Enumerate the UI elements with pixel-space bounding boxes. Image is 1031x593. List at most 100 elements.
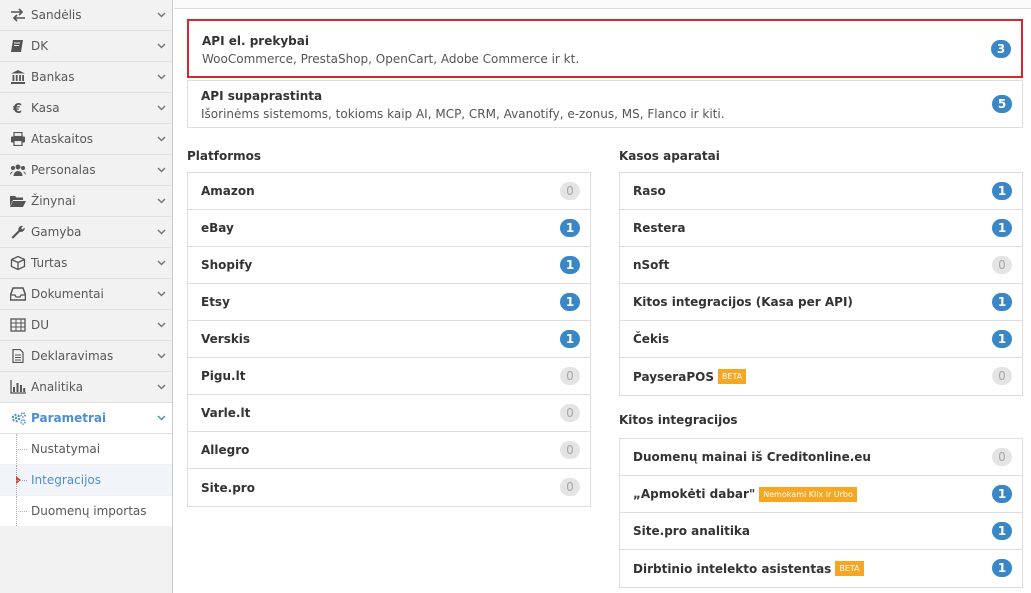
- integration-row-pigu-lt[interactable]: Pigu.lt 0: [188, 358, 590, 395]
- integration-row-allegro[interactable]: Allegro 0: [188, 432, 590, 469]
- kasos-aparatai-list: Raso 1 Restera 1 nSoft 0 Kitos integracijos (K…: [619, 172, 1023, 396]
- sidebar-item-ataskaitos[interactable]: Ataskaitos: [0, 124, 172, 155]
- sidebar-item-zinynai[interactable]: Žinynai: [0, 186, 172, 217]
- sidebar-item-du[interactable]: DU: [0, 310, 172, 341]
- sidebar-item-label: Ataskaitos: [31, 132, 94, 146]
- table-icon: [9, 318, 27, 332]
- integration-row-shopify[interactable]: Shopify 1: [188, 247, 590, 284]
- chevron-down-icon: [156, 351, 166, 361]
- count-badge: 1: [992, 330, 1012, 348]
- integration-row-restera[interactable]: Restera 1: [620, 210, 1022, 247]
- integration-name: Duomenų mainai iš Creditonline.eu: [633, 450, 871, 464]
- submenu-item-label: Duomenų importas: [31, 504, 147, 518]
- platformos-list: Amazon 0 eBay 1 Shopify 1 Etsy 1 Verskis 1 Pigu.lt…: [187, 172, 591, 507]
- integration-name: Etsy: [201, 295, 230, 309]
- sidebar-item-gamyba[interactable]: Gamyba: [0, 217, 172, 248]
- integration-name: „Apmokėti dabar": [633, 487, 756, 501]
- parametrai-submenu: Nustatymai Integracijos Duomenų importas: [0, 434, 172, 527]
- integration-row-etsy[interactable]: Etsy 1: [188, 284, 590, 321]
- integration-row-dirbtinio-intelekto-asistentas[interactable]: Dirbtinio intelekto asistentas BETA 1: [620, 550, 1022, 587]
- submenu-item-label: Integracijos: [31, 473, 101, 487]
- count-badge: 0: [992, 448, 1012, 466]
- integration-name: Shopify: [201, 258, 253, 272]
- sidebar-item-label: Kasa: [31, 101, 60, 115]
- submenu-item-label: Nustatymai: [31, 442, 101, 456]
- integration-row-varle-lt[interactable]: Varle.lt 0: [188, 395, 590, 432]
- integration-name: Dirbtinio intelekto asistentas: [633, 561, 832, 576]
- sidebar-item-analitika[interactable]: Analitika: [0, 372, 172, 403]
- kasos-aparatai-heading: Kasos aparatai: [619, 149, 720, 163]
- chevron-down-icon: [156, 320, 166, 330]
- integration-row-cekis[interactable]: Čekis 1: [620, 321, 1022, 358]
- cube-icon: [9, 256, 27, 270]
- sidebar-item-dk[interactable]: DK: [0, 31, 172, 62]
- integration-row-amazon[interactable]: Amazon 0: [188, 173, 590, 210]
- integration-name: Site.pro: [201, 480, 255, 495]
- chevron-down-icon: [156, 258, 166, 268]
- euro-icon: €: [9, 101, 27, 115]
- sidebar-item-label: Gamyba: [31, 225, 82, 239]
- count-badge: 1: [992, 522, 1012, 540]
- count-badge: 1: [992, 485, 1012, 503]
- submenu-item-nustatymai[interactable]: Nustatymai: [0, 434, 172, 465]
- sidebar-item-kasa[interactable]: € Kasa: [0, 93, 172, 124]
- api-el-prekybai-card[interactable]: API el. prekybai WooCommerce, PrestaShop…: [187, 19, 1023, 78]
- sidebar-item-label: Parametrai: [31, 411, 107, 425]
- count-badge: 0: [560, 182, 580, 200]
- integration-row-site-pro-analitika[interactable]: Site.pro analitika 1: [620, 513, 1022, 550]
- sidebar-item-bankas[interactable]: Bankas: [0, 62, 172, 93]
- sidebar-item-dokumentai[interactable]: Dokumentai: [0, 279, 172, 310]
- wrench-icon: [9, 225, 27, 239]
- count-badge: 0: [560, 478, 580, 496]
- integration-name: Čekis: [633, 332, 670, 346]
- transfer-arrows-icon: [9, 8, 27, 22]
- sidebar-item-personalas[interactable]: Personalas: [0, 155, 172, 186]
- integration-row-kitos-integracijos-kasa-per-api[interactable]: Kitos integracijos (Kasa per API) 1: [620, 284, 1022, 321]
- sidebar-item-turtas[interactable]: Turtas: [0, 248, 172, 279]
- submenu-item-duomenu-importas[interactable]: Duomenų importas: [0, 496, 172, 527]
- chevron-down-icon: [156, 103, 166, 113]
- svg-text:€: €: [12, 102, 22, 115]
- sidebar-item-sandelis[interactable]: Sandėlis: [0, 0, 172, 31]
- api-supaprastinta-card[interactable]: API supaprastinta Išorinėms sistemoms, t…: [187, 80, 1023, 128]
- count-badge: 1: [992, 219, 1012, 237]
- integration-row-raso[interactable]: Raso 1: [620, 173, 1022, 210]
- folder-open-icon: [9, 194, 27, 208]
- sidebar-item-label: Personalas: [31, 163, 96, 177]
- integration-row-verskis[interactable]: Verskis 1: [188, 321, 590, 358]
- integration-row-site-pro[interactable]: Site.pro 0: [188, 469, 590, 506]
- chevron-down-icon: [156, 413, 166, 423]
- bank-icon: [9, 70, 27, 84]
- bar-chart-icon: [9, 380, 27, 394]
- integration-name: nSoft: [633, 258, 670, 272]
- api-card-description: Išorinėms sistemoms, tokioms kaip AI, MC…: [201, 107, 725, 121]
- count-badge: 3: [991, 39, 1011, 58]
- sidebar-item-label: Sandėlis: [31, 8, 82, 22]
- sidebar-item-label: Dokumentai: [31, 287, 104, 301]
- count-badge: 1: [560, 219, 580, 237]
- integration-row-ebay[interactable]: eBay 1: [188, 210, 590, 247]
- integration-row-payserapos[interactable]: PayseraPOS BETA 0: [620, 358, 1022, 395]
- chevron-down-icon: [156, 382, 166, 392]
- integration-name: eBay: [201, 221, 234, 235]
- kitos-integracijos-list: Duomenų mainai iš Creditonline.eu 0 „Apmok…: [619, 438, 1023, 588]
- sidebar-item-label: Bankas: [31, 70, 75, 84]
- count-badge: 1: [560, 330, 580, 348]
- submenu-item-integracijos[interactable]: Integracijos: [0, 465, 172, 496]
- book-icon: [9, 39, 27, 53]
- integration-name: Kitos integracijos (Kasa per API): [633, 295, 853, 309]
- sidebar-item-label: Žinynai: [31, 194, 76, 208]
- count-badge: 0: [992, 256, 1012, 274]
- chevron-down-icon: [156, 196, 166, 206]
- sidebar-item-deklaravimas[interactable]: Deklaravimas: [0, 341, 172, 372]
- sidebar-item-parametrai[interactable]: Parametrai: [0, 403, 172, 434]
- chevron-down-icon: [156, 289, 166, 299]
- integration-tag: BETA: [717, 369, 747, 384]
- api-card-description: WooCommerce, PrestaShop, OpenCart, Adobe…: [202, 52, 580, 66]
- integration-row-nsoft[interactable]: nSoft 0: [620, 247, 1022, 284]
- users-icon: [9, 163, 27, 177]
- count-badge: 1: [992, 293, 1012, 311]
- integration-row-duomenu-mainai-is-creditonline-eu[interactable]: Duomenų mainai iš Creditonline.eu 0: [620, 439, 1022, 476]
- integration-name: Allegro: [201, 443, 250, 457]
- integration-row-apmoketi-dabar[interactable]: „Apmokėti dabar" Nemokami Klix ir Urbo 1: [620, 476, 1022, 513]
